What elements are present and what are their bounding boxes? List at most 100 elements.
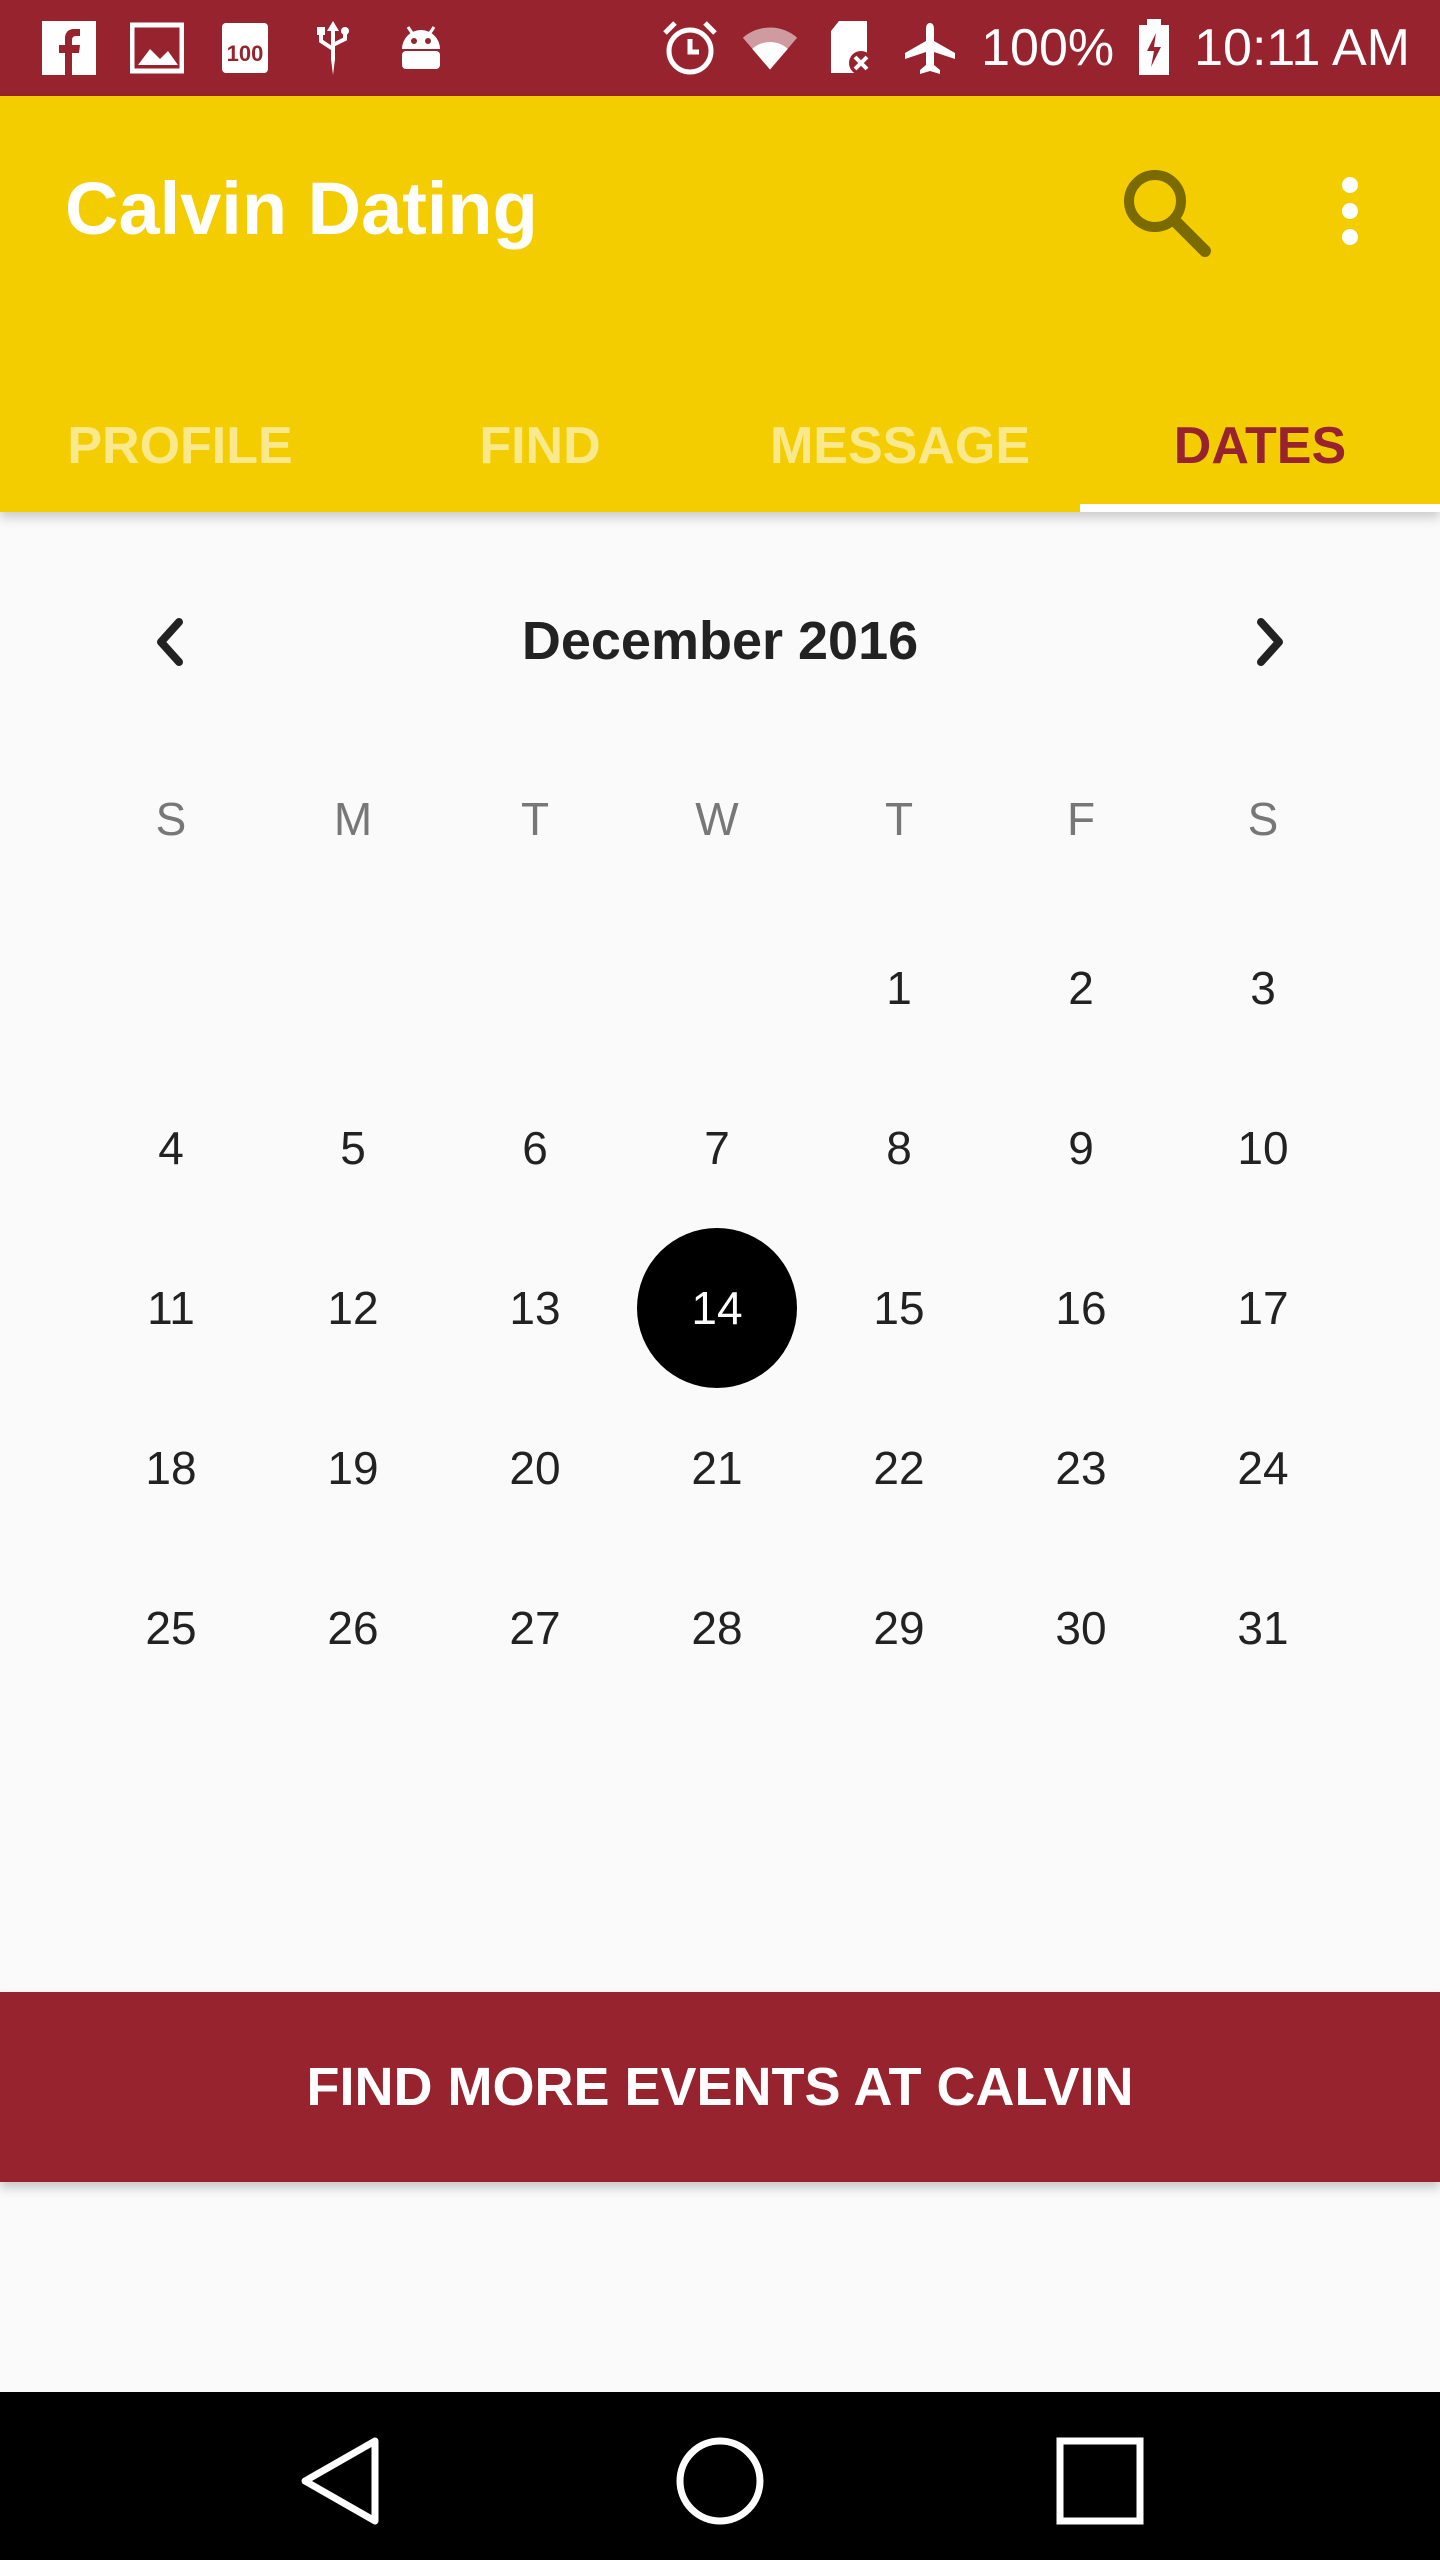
app-bar: Calvin Dating PROFILE FIND MESSAGE DATES [0, 96, 1440, 512]
chevron-right-icon [1257, 618, 1283, 666]
day-cell[interactable]: 1 [808, 908, 990, 1068]
day-number: 17 [1237, 1282, 1289, 1334]
day-cell[interactable]: 29 [808, 1548, 990, 1708]
day-cell[interactable]: 6 [444, 1068, 626, 1228]
day-cell[interactable]: 24 [1172, 1388, 1354, 1548]
day-number: 12 [327, 1282, 379, 1334]
status-bar-notifications: 100 [40, 16, 450, 80]
weekday-label: T [520, 793, 550, 845]
day-cell[interactable]: 21 [626, 1388, 808, 1548]
day-number: 5 [340, 1122, 366, 1174]
weekday-label: W [695, 793, 739, 845]
day-cell[interactable]: 12 [262, 1228, 444, 1388]
day-number: 6 [522, 1122, 548, 1174]
day-number: 8 [886, 1122, 912, 1174]
day-number: 14 [637, 1228, 797, 1388]
next-month-button[interactable] [1220, 592, 1320, 692]
back-button[interactable] [285, 2426, 395, 2536]
day-cell[interactable]: 27 [444, 1548, 626, 1708]
weekday-header: SMTWTFS [80, 792, 1340, 846]
find-more-events-button[interactable]: FIND MORE EVENTS AT CALVIN [0, 1992, 1440, 2182]
home-icon [676, 2437, 764, 2525]
day-number: 21 [691, 1442, 743, 1494]
calendar-header: December 2016 [0, 582, 1440, 702]
battery-percent: 100% [981, 19, 1115, 77]
day-cell[interactable]: 5 [262, 1068, 444, 1228]
day-cell[interactable]: 15 [808, 1228, 990, 1388]
day-cell[interactable]: 16 [990, 1228, 1172, 1388]
more-options-button[interactable] [1300, 156, 1400, 266]
tab-profile[interactable]: PROFILE [0, 380, 360, 512]
day-number: 10 [1237, 1122, 1289, 1174]
day-number: 11 [147, 1282, 195, 1334]
day-cell[interactable]: 11 [80, 1228, 262, 1388]
day-number: 13 [509, 1282, 561, 1334]
day-number: 19 [327, 1442, 379, 1494]
day-number: 28 [691, 1602, 743, 1654]
day-cell[interactable]: 13 [444, 1228, 626, 1388]
navigation-bar [0, 2392, 1440, 2560]
day-cell[interactable]: 9 [990, 1068, 1172, 1228]
day-number: 31 [1237, 1602, 1289, 1654]
day-cell[interactable]: 18 [80, 1388, 262, 1548]
back-icon [301, 2437, 379, 2525]
day-grid: 1 2 3 4 5 6 7 8 9 10 11 12 13 14 15 16 17 18 19 20 21 22 23 24 2… [80, 908, 1340, 1708]
selected-day-cell[interactable]: 14 [626, 1228, 808, 1388]
day-cell[interactable]: 30 [990, 1548, 1172, 1708]
day-cell[interactable]: 4 [80, 1068, 262, 1228]
home-button[interactable] [665, 2426, 775, 2536]
day-cell[interactable]: 10 [1172, 1068, 1354, 1228]
weekday-label: M [333, 793, 373, 845]
status-bar-system: 100% 10:11 AM [661, 16, 1410, 80]
day-cell[interactable]: 8 [808, 1068, 990, 1228]
day-cell[interactable]: 19 [262, 1388, 444, 1548]
day-cell[interactable]: 28 [626, 1548, 808, 1708]
day-number: 24 [1237, 1442, 1289, 1494]
svg-text:100: 100 [227, 41, 264, 66]
facebook-icon [40, 19, 98, 77]
day-number: 20 [509, 1442, 561, 1494]
tab-bar: PROFILE FIND MESSAGE DATES [0, 380, 1440, 512]
day-number: 7 [704, 1122, 730, 1174]
day-cell[interactable]: 26 [262, 1548, 444, 1708]
app-title: Calvin Dating [65, 167, 538, 250]
speed-100-icon: 100 [216, 19, 274, 77]
day-number: 16 [1055, 1282, 1107, 1334]
day-number: 26 [327, 1602, 379, 1654]
alarm-icon [661, 19, 719, 77]
day-number: 23 [1055, 1442, 1107, 1494]
search-button[interactable] [1110, 156, 1220, 266]
day-cell[interactable]: 3 [1172, 908, 1354, 1068]
recents-button[interactable] [1045, 2426, 1155, 2536]
weekday-label: F [1066, 793, 1096, 845]
day-number: 29 [873, 1602, 925, 1654]
day-cell[interactable]: 17 [1172, 1228, 1354, 1388]
tab-dates[interactable]: DATES [1080, 380, 1440, 512]
day-cell[interactable]: 2 [990, 908, 1172, 1068]
sd-card-icon [821, 19, 879, 77]
day-cell[interactable]: 23 [990, 1388, 1172, 1548]
image-icon [128, 19, 186, 77]
day-cell[interactable]: 31 [1172, 1548, 1354, 1708]
day-cell[interactable]: 7 [626, 1068, 808, 1228]
day-cell[interactable]: 25 [80, 1548, 262, 1708]
day-number: 9 [1068, 1122, 1094, 1174]
android-icon [392, 19, 450, 77]
airplane-icon [901, 19, 959, 77]
day-number: 2 [1068, 962, 1094, 1014]
weekday-label: S [155, 793, 187, 845]
day-number: 30 [1055, 1602, 1107, 1654]
day-cell[interactable]: 20 [444, 1388, 626, 1548]
day-number: 27 [509, 1602, 561, 1654]
calendar: December 2016 SMTWTFS 1 2 3 4 5 6 7 8 9 10 11 12 13 1… [0, 512, 1440, 1992]
search-icon [1124, 170, 1211, 257]
day-number: 15 [873, 1282, 925, 1334]
day-cell[interactable]: 22 [808, 1388, 990, 1548]
tab-find[interactable]: FIND [360, 380, 720, 512]
day-number: 4 [158, 1122, 184, 1174]
day-number: 25 [145, 1602, 197, 1654]
tab-message[interactable]: MESSAGE [720, 380, 1080, 512]
battery-icon [1136, 19, 1172, 77]
usb-icon [304, 19, 362, 77]
status-bar: 100 100% 10:11 AM [0, 0, 1440, 96]
